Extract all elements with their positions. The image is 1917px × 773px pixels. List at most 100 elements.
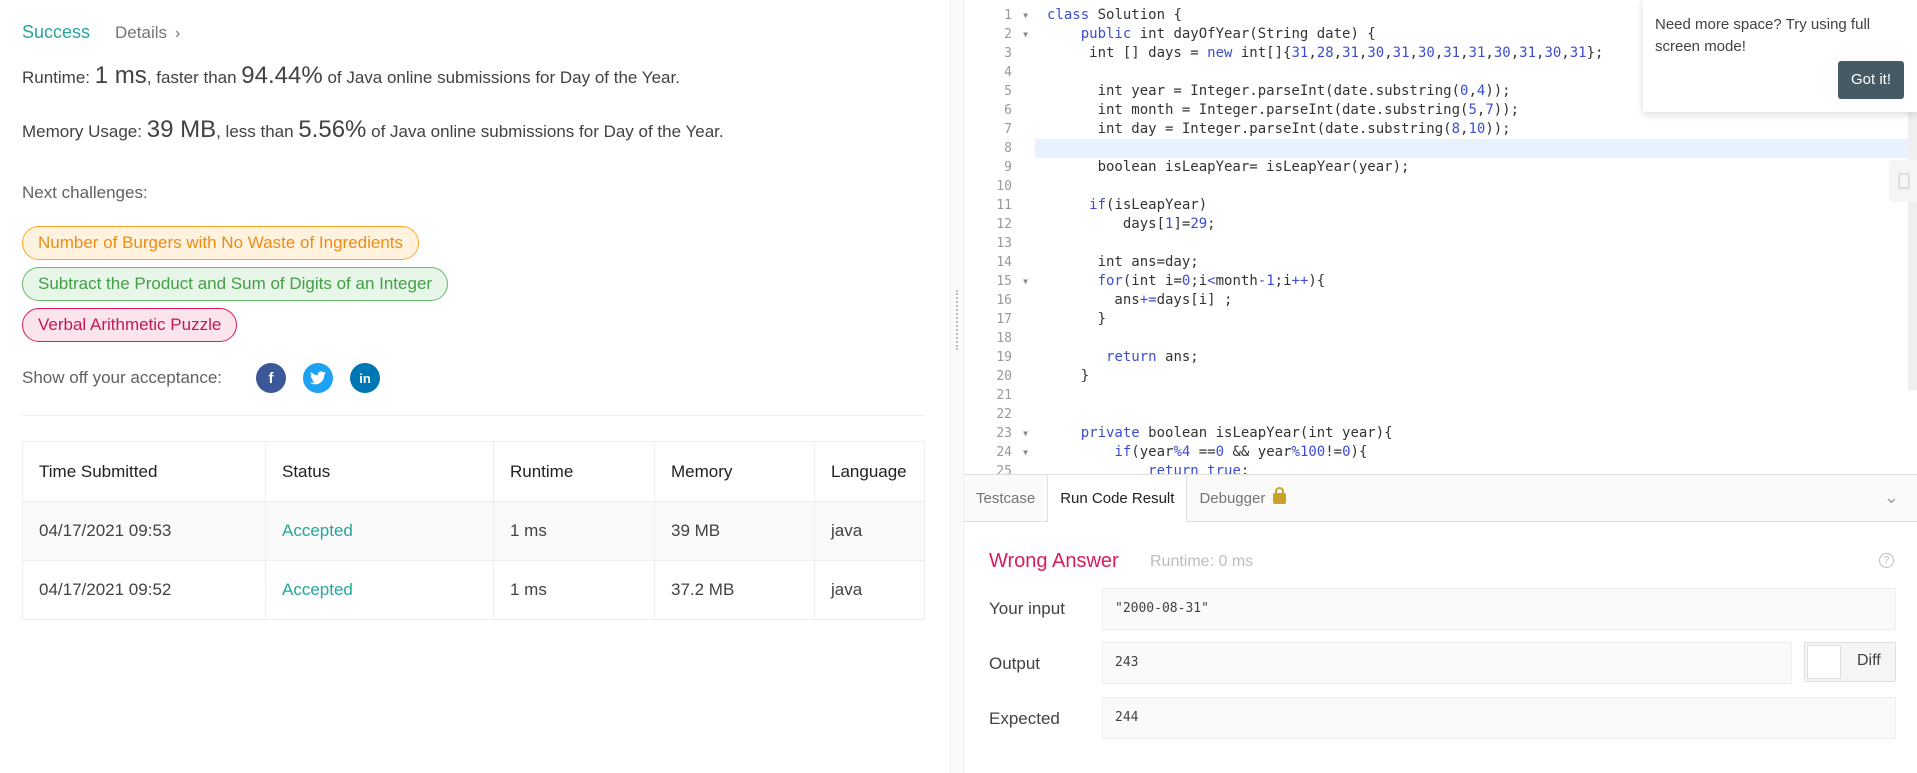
code-line: return ans; bbox=[1106, 349, 1199, 365]
got-it-button[interactable]: Got it! bbox=[1838, 61, 1904, 99]
code-line: } bbox=[1047, 368, 1090, 384]
expected-label: Expected bbox=[989, 709, 1060, 728]
panel-splitter[interactable] bbox=[950, 0, 964, 773]
line-number: 22 bbox=[996, 407, 1012, 422]
diff-label: Diff bbox=[1857, 652, 1881, 669]
line-number: 9 bbox=[1004, 160, 1012, 175]
table-header-row: Time Submitted Status Runtime Memory Lan… bbox=[22, 441, 925, 502]
active-code-line bbox=[1035, 139, 1913, 158]
linkedin-icon[interactable]: in bbox=[350, 363, 381, 393]
lock-icon bbox=[1273, 487, 1287, 504]
line-number: 25 bbox=[996, 464, 1012, 474]
drag-handle-icon[interactable] bbox=[956, 290, 959, 350]
table-row: 04/17/2021 09:53 Accepted 1 ms 39 MB jav… bbox=[22, 501, 925, 561]
copy-icon bbox=[1898, 173, 1910, 189]
expected-value: 244 bbox=[1102, 697, 1896, 739]
result-header: Success Details › bbox=[22, 22, 180, 43]
column-header: Time Submitted bbox=[22, 441, 266, 502]
runtime-cell: 1 ms bbox=[493, 501, 655, 561]
verdict-label: Wrong Answer bbox=[989, 550, 1119, 572]
next-challenges-label: Next challenges: bbox=[22, 183, 148, 202]
line-number: 7 bbox=[1004, 122, 1012, 137]
column-header: Memory bbox=[654, 441, 815, 502]
debugger-label: Debugger bbox=[1199, 490, 1266, 507]
line-number: 6 bbox=[1004, 103, 1012, 118]
console-tabs: Testcase Run Code Result Debugger ⌄ bbox=[964, 474, 1917, 522]
submissions-table: Time Submitted Status Runtime Memory Lan… bbox=[22, 441, 925, 620]
memory-cell: 37.2 MB bbox=[654, 560, 815, 620]
line-number: 21 bbox=[996, 388, 1012, 403]
time-cell: 04/17/2021 09:52 bbox=[22, 560, 266, 620]
table-row: 04/17/2021 09:52 Accepted 1 ms 37.2 MB j… bbox=[22, 560, 925, 620]
challenge-chip[interactable]: Number of Burgers with No Waste of Ingre… bbox=[22, 226, 420, 260]
line-number: 8 bbox=[1004, 141, 1012, 156]
tip-text: Need more space? Try using full screen m… bbox=[1655, 16, 1871, 55]
chevron-down-icon[interactable]: ⌄ bbox=[1884, 487, 1899, 508]
line-number: 19 bbox=[996, 350, 1012, 365]
line-number: 16 bbox=[996, 293, 1012, 308]
status-link[interactable]: Accepted bbox=[265, 560, 494, 620]
line-number: 1 ▼ bbox=[1004, 8, 1028, 23]
challenge-chip[interactable]: Subtract the Product and Sum of Digits o… bbox=[22, 267, 449, 301]
runtime-tail: of Java online submissions for Day of th… bbox=[327, 68, 680, 87]
line-number: 24 ▼ bbox=[996, 445, 1028, 460]
line-number: 14 bbox=[996, 255, 1012, 270]
details-label: Details bbox=[115, 22, 167, 42]
code-line: private boolean isLeapYear(int year){ bbox=[1080, 425, 1393, 441]
line-number: 4 bbox=[1004, 65, 1012, 80]
line-number: 11 bbox=[996, 198, 1012, 213]
share-row: Show off your acceptance: f in bbox=[22, 363, 381, 393]
runtime-stat: Runtime: 1 ms, faster than 94.44% of Jav… bbox=[22, 62, 680, 90]
code-line: int day = Integer.parseInt(date.substrin… bbox=[1047, 121, 1511, 137]
code-line: return true; bbox=[1148, 463, 1250, 474]
line-number: 5 bbox=[1004, 84, 1012, 99]
memory-tail: of Java online submissions for Day of th… bbox=[371, 122, 724, 141]
help-icon[interactable]: ? bbox=[1879, 553, 1894, 568]
diff-toggle[interactable]: Diff bbox=[1804, 642, 1896, 682]
memory-mid: , less than bbox=[216, 122, 294, 141]
runtime-label: Runtime: bbox=[22, 68, 91, 87]
tab-testcase[interactable]: Testcase bbox=[964, 475, 1047, 522]
line-number: 18 bbox=[996, 331, 1012, 346]
line-number: 15 ▼ bbox=[996, 274, 1028, 289]
chevron-right-icon: › bbox=[175, 24, 181, 42]
output-label: Output bbox=[989, 654, 1041, 673]
code-line: int ans=day; bbox=[1047, 254, 1199, 270]
side-panel-tab[interactable] bbox=[1889, 160, 1917, 202]
code-line: for(int i=0;i<month-1;i++){ bbox=[1097, 273, 1326, 289]
success-status: Success bbox=[22, 22, 91, 42]
time-cell: 04/17/2021 09:53 bbox=[22, 501, 266, 561]
challenge-chip[interactable]: Verbal Arithmetic Puzzle bbox=[22, 308, 238, 342]
tab-debugger[interactable]: Debugger bbox=[1187, 475, 1298, 522]
line-number: 23 ▼ bbox=[996, 426, 1028, 441]
run-runtime: Runtime: 0 ms bbox=[1150, 553, 1254, 570]
output-value: 243 bbox=[1102, 642, 1792, 684]
divider bbox=[22, 415, 925, 416]
code-line: if(isLeapYear) bbox=[1089, 197, 1208, 213]
details-link[interactable]: Details › bbox=[115, 23, 180, 43]
console-panel: Testcase Run Code Result Debugger ⌄ Wron… bbox=[964, 474, 1917, 773]
line-number: 13 bbox=[996, 236, 1012, 251]
runtime-mid: , faster than bbox=[146, 68, 237, 87]
status-link[interactable]: Accepted bbox=[265, 501, 494, 561]
memory-percentile: 5.56% bbox=[298, 116, 367, 143]
line-number: 17 bbox=[996, 312, 1012, 327]
tab-run-code-result[interactable]: Run Code Result bbox=[1047, 475, 1188, 522]
twitter-icon[interactable] bbox=[303, 363, 334, 393]
facebook-icon[interactable]: f bbox=[256, 363, 287, 393]
line-number: 12 bbox=[996, 217, 1012, 232]
input-value: "2000-08-31" bbox=[1102, 588, 1896, 630]
share-label: Show off your acceptance: bbox=[22, 368, 223, 387]
diff-switch[interactable] bbox=[1807, 645, 1841, 679]
runtime-percentile: 94.44% bbox=[241, 62, 323, 89]
line-number: 2 ▼ bbox=[1004, 27, 1028, 42]
code-line: ans+=days[i] ; bbox=[1047, 292, 1233, 308]
code-line: if(year%4 ==0 && year%100!=0){ bbox=[1114, 444, 1368, 460]
memory-value: 39 MB bbox=[146, 116, 217, 143]
language-cell: java bbox=[814, 560, 925, 620]
column-header: Runtime bbox=[493, 441, 655, 502]
